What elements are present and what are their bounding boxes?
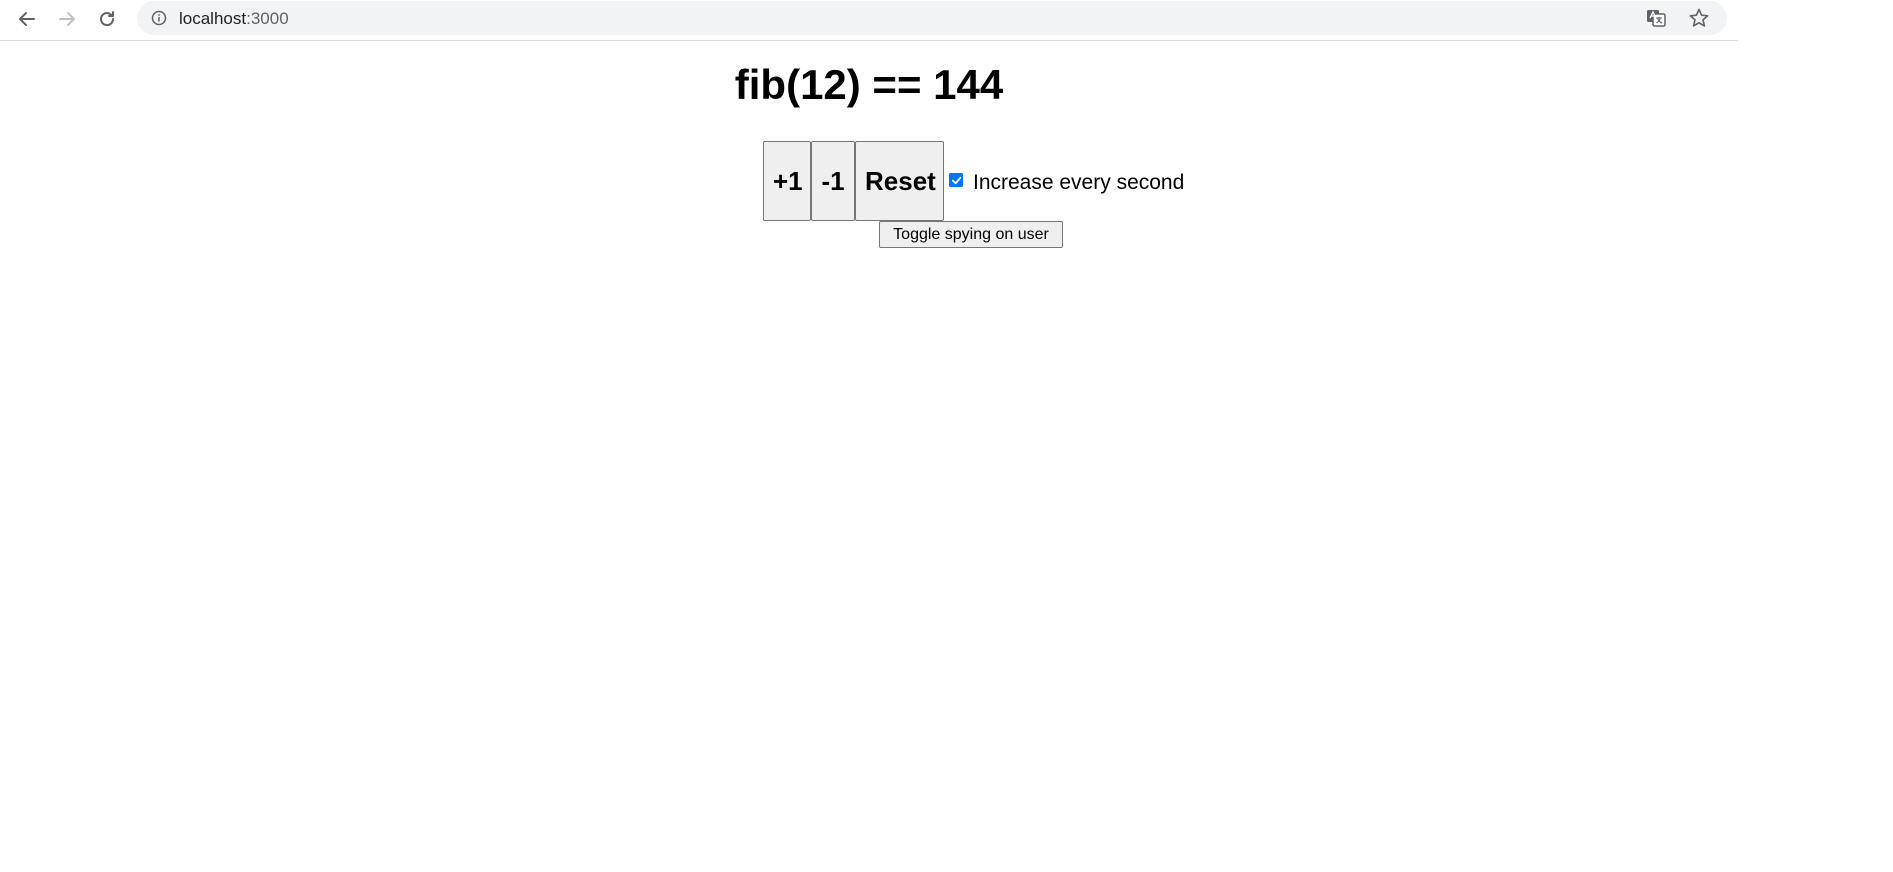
info-icon[interactable] [151,10,167,26]
address-bar[interactable]: localhost:3000 [137,1,1727,35]
forward-button[interactable] [53,5,81,33]
increment-button[interactable]: +1 [763,141,811,221]
back-arrow-icon [19,12,35,26]
auto-increase-label[interactable]: Increase every second [973,171,1184,195]
checkmark-icon [951,176,961,184]
auto-increase-checkbox[interactable] [949,173,963,187]
page-content: fib(12) == 144 +1 -1 Reset Increase ever… [0,41,1738,872]
translate-icon[interactable] [1645,7,1667,29]
toggle-spying-button[interactable]: Toggle spying on user [879,221,1063,248]
browser-toolbar: localhost:3000 [0,0,1738,41]
url-host: localhost [179,9,247,28]
counter-controls: +1 -1 Reset Increase every second [763,141,1184,221]
url-port: :3000 [246,9,289,28]
star-icon[interactable] [1688,7,1710,29]
forward-arrow-icon [59,12,75,26]
page-title: fib(12) == 144 [734,61,1004,108]
auto-increase-toggle[interactable]: Increase every second [949,141,1184,221]
reload-icon [100,11,115,27]
reset-button[interactable]: Reset [855,141,944,221]
back-button[interactable] [13,5,41,33]
reload-button[interactable] [93,5,121,33]
decrement-button[interactable]: -1 [811,141,855,221]
url-text[interactable]: localhost:3000 [179,9,289,29]
